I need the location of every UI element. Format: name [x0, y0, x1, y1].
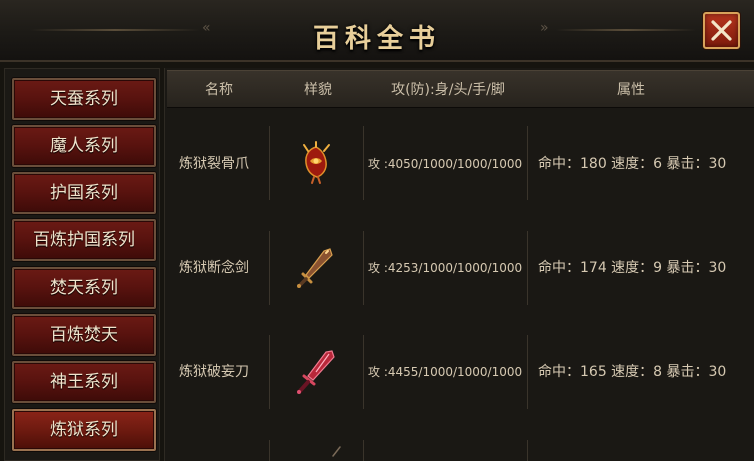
header-name: 名称 [205, 82, 233, 98]
column-divider [527, 440, 528, 461]
item-icon-cell [273, 319, 359, 423]
item-icon-cell [273, 215, 359, 319]
sidebar-item-moren[interactable]: 魔人系列 [12, 125, 156, 167]
header-appearance: 样貌 [304, 82, 332, 98]
table-header: 名称 样貌 攻(防):身/头/手/脚 属性 [167, 70, 754, 108]
title-bar: « » 百科全书 [0, 0, 754, 62]
item-attributes: 命中：174 速度：9 暴击：30 [538, 260, 727, 276]
column-divider [269, 440, 270, 461]
header-attributes: 属性 [617, 82, 645, 98]
sidebar-item-huguo[interactable]: 护国系列 [12, 172, 156, 214]
table-row[interactable]: 炼狱破妄刀 攻 :4455/1000/1000/1000 命中：165 速度：8… [165, 319, 754, 423]
item-attack: 攻 :4253/1000/1000/1000 [368, 260, 523, 275]
item-attributes: 命中：180 速度：6 暴击：30 [538, 156, 727, 172]
item-attack: 攻 :4050/1000/1000/1000 [368, 156, 523, 171]
claw-weapon-icon [303, 141, 330, 184]
table-row[interactable]: 炼狱裂骨爪 攻 :4050/1000/1000/1000 命中：180 速度：6… [165, 111, 754, 215]
category-sidebar: 天蚕系列 魔人系列 护国系列 百炼护国系列 焚天系列 百炼焚天 神王系列 炼狱系… [4, 68, 160, 461]
encyclopedia-window: « » 百科全书 天蚕系列 魔人系列 护国系列 百炼护国系列 焚天系列 百炼焚天… [0, 0, 754, 461]
sidebar-item-tiancan[interactable]: 天蚕系列 [12, 78, 156, 120]
item-name: 炼狱破妄刀 [179, 364, 249, 380]
partial-item-icon [332, 446, 341, 457]
sidebar-item-fentian[interactable]: 焚天系列 [12, 267, 156, 309]
item-name: 炼狱断念剑 [179, 260, 249, 276]
item-attributes: 命中：165 速度：8 暴击：30 [538, 364, 727, 380]
sword-weapon-icon [297, 248, 333, 288]
column-divider [363, 440, 364, 461]
item-icon-cell [273, 111, 359, 215]
sidebar-item-bailian-fentian[interactable]: 百炼焚天 [12, 314, 156, 356]
sidebar-item-lianyu[interactable]: 炼狱系列 [12, 409, 156, 451]
close-button[interactable] [703, 12, 740, 49]
item-table: 名称 样貌 攻(防):身/头/手/脚 属性 炼狱裂骨爪 攻:4050/1000… [164, 68, 754, 461]
table-row[interactable]: 炼狱断念剑 攻 :4253/1000/1000/1000 命中：174 速度：9… [165, 215, 754, 319]
header-attack: 攻(防):身/头/手/脚 [391, 82, 505, 98]
blade-weapon-icon [297, 350, 335, 394]
close-icon [711, 20, 732, 41]
item-attack: 攻 :4455/1000/1000/1000 [368, 364, 523, 379]
item-name: 炼狱裂骨爪 [179, 156, 249, 172]
sidebar-item-bailian-huguo[interactable]: 百炼护国系列 [12, 219, 156, 261]
window-title: 百科全书 [312, 24, 441, 54]
sidebar-item-shenwang[interactable]: 神王系列 [12, 361, 156, 403]
